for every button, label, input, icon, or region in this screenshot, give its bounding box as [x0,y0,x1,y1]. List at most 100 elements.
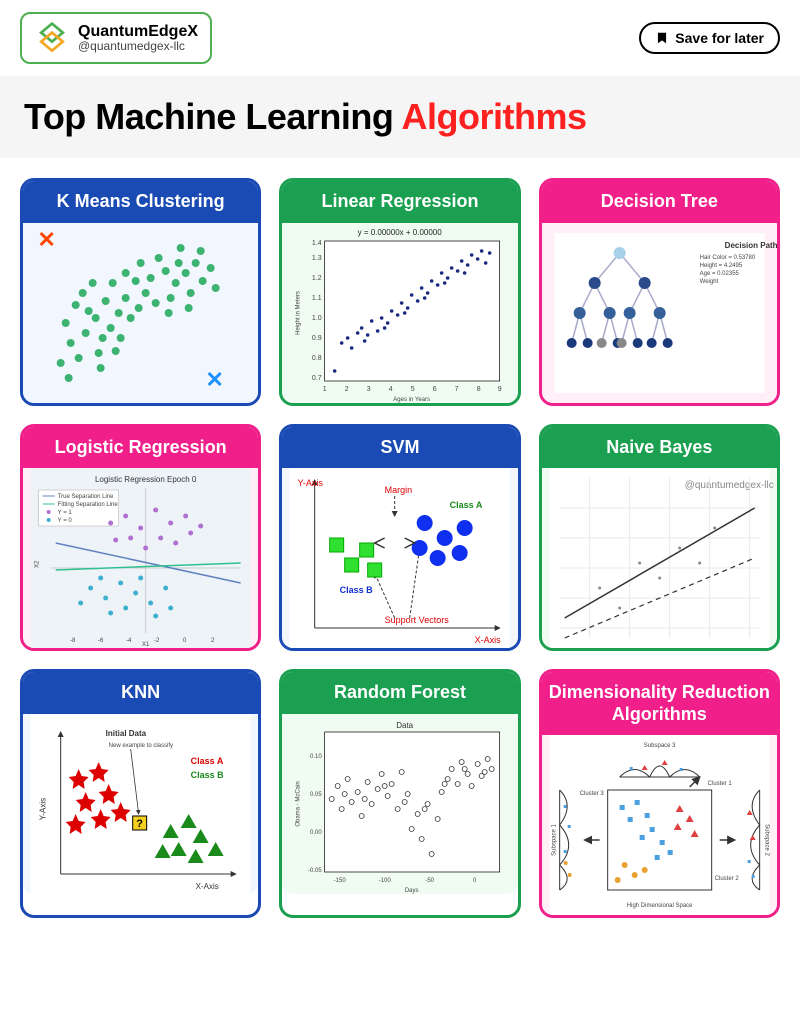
svg-text:y = 0.00000x + 0.00000: y = 0.00000x + 0.00000 [358,228,443,237]
svg-text:Logistic Regression Epoch 0: Logistic Regression Epoch 0 [95,475,197,484]
svg-text:X2: X2 [35,560,41,568]
svg-text:Days: Days [405,888,419,894]
title-bar: Top Machine Learning Algorithms [0,76,800,158]
svg-text:0.10: 0.10 [310,754,322,760]
algorithm-grid: K Means Clustering Linear Regression y =… [0,158,800,938]
logreg-chart: Logistic Regression Epoch 0 True Separat… [23,468,258,648]
svg-text:Subspace 2: Subspace 2 [763,825,769,857]
svg-text:0.9: 0.9 [312,335,322,342]
svg-text:Hair Color = 0.53780: Hair Color = 0.53780 [699,255,755,261]
brand-name: QuantumEdgeX [78,23,198,41]
svg-text:-6: -6 [98,638,104,644]
svg-text:8: 8 [477,386,481,393]
card-dimred: Dimensionality Reduction Algorithms High… [539,669,780,918]
svg-text:Initial Data: Initial Data [106,729,147,738]
save-button-label: Save for later [675,30,764,46]
svg-text:Obama - McCain: Obama - McCain [296,781,302,826]
svg-text:Decision Path: Decision Path [724,241,777,250]
svg-text:Height in Meters: Height in Meters [296,291,302,335]
svg-text:?: ? [136,818,143,830]
svg-text:Class B: Class B [191,770,225,780]
svg-text:1: 1 [323,386,327,393]
svg-text:Fitting Separation Line: Fitting Separation Line [58,502,119,508]
svg-text:X-Axis: X-Axis [475,635,502,645]
svg-text:New example to classify: New example to classify [109,743,173,749]
svg-text:3: 3 [367,386,371,393]
svg-text:0: 0 [473,878,477,884]
card-linreg: Linear Regression y = 0.00000x + 0.00000… [279,178,520,406]
svg-text:Y = 0: Y = 0 [58,518,73,524]
svg-text:Class A: Class A [450,500,483,510]
card-title: Logistic Regression [23,427,258,469]
card-dtree: Decision Tree Decision Path Hair Color =… [539,178,780,406]
svg-text:Y-Axis: Y-Axis [298,478,324,488]
svg-text:Y-Axis: Y-Axis [39,798,48,820]
nb-chart: @quantumedgex-llc [542,468,777,648]
svg-text:-150: -150 [334,878,347,884]
card-title: Random Forest [282,672,517,714]
svg-text:Class A: Class A [191,756,224,766]
svg-text:True Separation Line: True Separation Line [58,494,114,500]
svg-text:-50: -50 [426,878,435,884]
knn-chart: X-Axis Y-Axis Initial Data New example t… [23,714,258,894]
card-title: SVM [282,427,517,469]
card-svm: SVM X-Axis Y-Axis Margin Class A Class B… [279,424,520,652]
svg-text:9: 9 [498,386,502,393]
card-title: Linear Regression [282,181,517,223]
svg-text:1.2: 1.2 [312,275,322,282]
svg-text:Class B: Class B [340,585,374,595]
brand-logo-icon [34,20,70,56]
svg-text:Data: Data [397,721,414,730]
brand-badge: QuantumEdgeX @quantumedgex-llc [20,12,212,64]
svg-text:-100: -100 [379,878,392,884]
svg-text:Ages in Years: Ages in Years [394,397,431,403]
card-kmeans: K Means Clustering [20,178,261,406]
svg-text:-0.05: -0.05 [308,868,322,874]
dimred-chart: High Dimensional Space Subspace 1 Subspa… [542,735,777,915]
svg-text:Age = 0.02355: Age = 0.02355 [699,271,739,277]
svg-text:5: 5 [411,386,415,393]
svg-text:High Dimensional Space: High Dimensional Space [626,903,692,909]
dtree-chart: Decision Path Hair Color = 0.53780 Heigh… [542,223,777,403]
header: QuantumEdgeX @quantumedgex-llc Save for … [0,0,800,76]
card-rf: Random Forest Data -0.05 0.00 0.05 0.10 -15… [279,669,520,918]
page-title: Top Machine Learning Algorithms [24,96,776,138]
svg-text:0.8: 0.8 [312,355,322,362]
svg-text:Cluster 3: Cluster 3 [579,791,604,797]
rf-chart: Data -0.05 0.00 0.05 0.10 -150 -100 -50 0 Days… [282,714,517,894]
svg-text:1.3: 1.3 [312,255,322,262]
svg-text:1.0: 1.0 [312,315,322,322]
kmeans-chart [23,223,258,403]
svg-text:2: 2 [345,386,349,393]
card-title: K Means Clustering [23,181,258,223]
svg-text:Height = 4.2495: Height = 4.2495 [699,263,742,269]
svg-text:0.00: 0.00 [310,830,322,836]
svg-text:7: 7 [455,386,459,393]
svg-text:X-Axis: X-Axis [196,882,219,891]
svg-text:1.1: 1.1 [312,295,322,302]
svg-text:Cluster 1: Cluster 1 [707,781,732,787]
card-title: Naive Bayes [542,427,777,469]
svg-text:0.7: 0.7 [312,375,322,382]
svm-chart: X-Axis Y-Axis Margin Class A Class B Sup… [282,468,517,648]
linreg-chart: y = 0.00000x + 0.00000 0.7 0.8 0.9 1.0 1.1 1.… [282,223,517,403]
svg-text:Subspace 1: Subspace 1 [551,824,557,856]
svg-text:X1: X1 [142,642,150,648]
svg-text:4: 4 [389,386,393,393]
svg-text:-2: -2 [154,638,160,644]
svg-text:Y = 1: Y = 1 [58,510,73,516]
brand-handle: @quantumedgex-llc [78,40,198,53]
svg-text:-4: -4 [126,638,132,644]
save-for-later-button[interactable]: Save for later [639,22,780,54]
card-title: Decision Tree [542,181,777,223]
svg-text:Weight: Weight [699,279,718,285]
bookmark-icon [655,31,669,45]
card-logreg: Logistic Regression Logistic Regression … [20,424,261,652]
svg-text:0.05: 0.05 [310,792,322,798]
card-knn: KNN X-Axis Y-Axis Initial Data New examp… [20,669,261,918]
svg-text:Cluster 2: Cluster 2 [714,876,739,882]
svg-text:Margin: Margin [385,485,413,495]
card-nb: Naive Bayes @quantumedgex-llc [539,424,780,652]
card-title: KNN [23,672,258,714]
svg-text:6: 6 [433,386,437,393]
